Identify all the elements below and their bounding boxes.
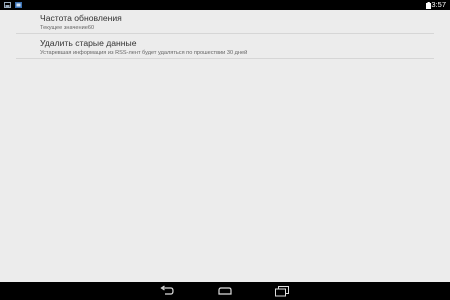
preference-title: Удалить старые данные xyxy=(40,38,137,48)
preference-title: Частота обновления xyxy=(40,13,122,23)
preference-summary: Текущее значение60 xyxy=(40,25,95,31)
notification-icon[interactable] xyxy=(15,2,22,8)
preference-delete-old-data[interactable]: Удалить старые данные Устаревшая информа… xyxy=(40,38,434,57)
divider xyxy=(16,33,434,34)
preference-update-frequency[interactable]: Частота обновления Текущее значение60 xyxy=(40,13,434,32)
recent-apps-icon[interactable] xyxy=(274,285,290,297)
home-icon[interactable] xyxy=(217,285,233,297)
divider xyxy=(16,58,434,59)
notification-icon[interactable] xyxy=(4,2,11,8)
status-bar: 13:57 xyxy=(0,0,450,10)
settings-list: Частота обновления Текущее значение60 Уд… xyxy=(0,10,450,282)
back-icon[interactable] xyxy=(159,285,175,297)
preference-summary: Устаревшая информация из RSS-лент будет … xyxy=(40,50,248,56)
navigation-bar xyxy=(0,282,450,300)
clock: 13:57 xyxy=(427,0,446,9)
